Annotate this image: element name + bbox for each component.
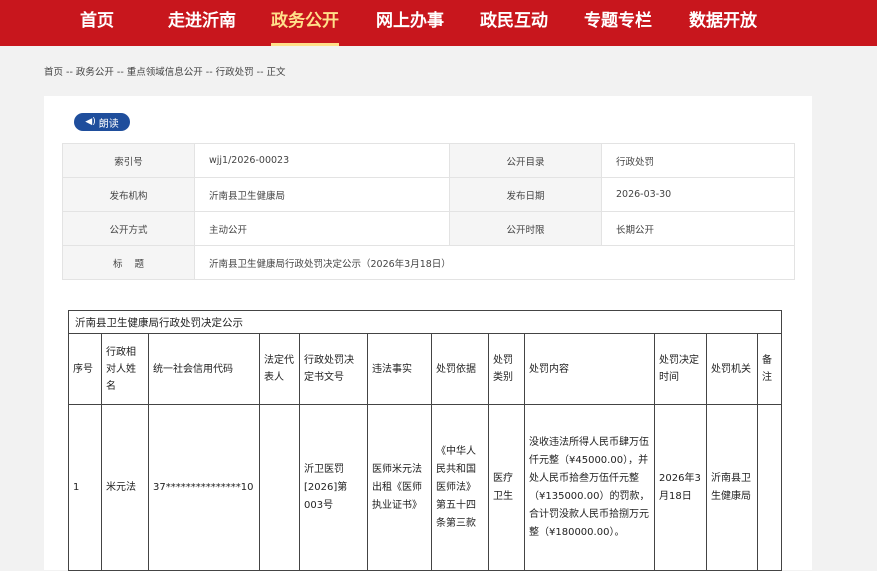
meta-label-mode: 公开方式: [62, 211, 195, 246]
table-header-row: 序号 行政相对人姓名 统一社会信用代码 法定代表人 行政处罚决定书文号 违法事实…: [68, 333, 783, 405]
penalty-notice-table: 沂南县卫生健康局行政处罚决定公示 序号 行政相对人姓名 统一社会信用代码 法定代…: [67, 310, 783, 571]
nav-government-affairs[interactable]: 政务公开: [271, 0, 339, 46]
meta-label-org: 发布机构: [62, 177, 195, 212]
breadcrumb: 首页 -- 政务公开 -- 重点领域信息公开 -- 行政处罚 -- 正文: [44, 64, 286, 78]
cell-decision-date: 2026年3月18日: [654, 404, 707, 571]
header-remarks: 备注: [756, 333, 783, 405]
breadcrumb-separator: --: [256, 67, 264, 78]
nav-home[interactable]: 首页: [80, 0, 114, 46]
read-aloud-button[interactable]: ◀) 朗读: [74, 113, 130, 131]
nav-online-services[interactable]: 网上办事: [376, 0, 444, 46]
breadcrumb-administrative-penalty[interactable]: 行政处罚: [216, 67, 254, 78]
header-penalty-content: 处罚内容: [524, 333, 655, 405]
meta-label-index: 索引号: [62, 143, 195, 178]
cell-remarks: [756, 404, 783, 571]
meta-label-title: 标 题: [62, 245, 195, 280]
content-panel: ◀) 朗读 索引号 wjj1/2026-00023 公开目录 行政处罚 发布机构…: [44, 96, 812, 571]
nav-open-data[interactable]: 数据开放: [689, 0, 757, 46]
meta-value-catalog: 行政处罚: [601, 143, 795, 178]
header-legal-basis: 处罚依据: [431, 333, 489, 405]
cell-violation-facts: 医师米元法出租《医师执业证书》: [367, 404, 432, 571]
document-meta-table: 索引号 wjj1/2026-00023 公开目录 行政处罚 发布机构 沂南县卫生…: [62, 143, 795, 280]
meta-label-period: 公开时限: [449, 211, 602, 246]
header-party-name: 行政相对人姓名: [101, 333, 149, 405]
breadcrumb-separator: --: [205, 67, 213, 78]
breadcrumb-government-affairs[interactable]: 政务公开: [76, 67, 114, 78]
nav-citizen-interaction[interactable]: 政民互动: [480, 0, 548, 46]
cell-legal-rep: [259, 404, 300, 571]
cell-penalty-type: 医疗卫生: [488, 404, 525, 571]
breadcrumb-separator: --: [116, 67, 124, 78]
header-decision-number: 行政处罚决定书文号: [299, 333, 368, 405]
cell-credit-code: 37***************10: [148, 404, 260, 571]
breadcrumb-key-areas[interactable]: 重点领域信息公开: [127, 67, 203, 78]
header-credit-code: 统一社会信用代码: [148, 333, 260, 405]
cell-serial: 1: [68, 404, 102, 571]
meta-value-org: 沂南县卫生健康局: [194, 177, 450, 212]
header-violation-facts: 违法事实: [367, 333, 432, 405]
nav-special-topics[interactable]: 专题专栏: [584, 0, 652, 46]
top-navigation: 首页 走进沂南 政务公开 网上办事 政民互动 专题专栏 数据开放: [0, 0, 877, 46]
read-aloud-label: 朗读: [98, 118, 119, 130]
meta-value-title: 沂南县卫生健康局行政处罚决定公示（2026年3月18日）: [194, 245, 795, 280]
header-authority: 处罚机关: [706, 333, 758, 405]
meta-label-date: 发布日期: [449, 177, 602, 212]
cell-legal-basis: 《中华人民共和国医师法》第五十四条第三款: [431, 404, 489, 571]
meta-value-period: 长期公开: [601, 211, 795, 246]
breadcrumb-current: 正文: [266, 67, 286, 78]
meta-value-index: wjj1/2026-00023: [194, 143, 450, 178]
cell-decision-number: 沂卫医罚[2026]第003号: [299, 404, 368, 571]
header-penalty-type: 处罚类别: [488, 333, 525, 405]
nav-about-yinan[interactable]: 走进沂南: [168, 0, 236, 46]
header-legal-rep: 法定代表人: [259, 333, 300, 405]
cell-penalty-content: 没收违法所得人民币肆万伍仟元整（¥45000.00），并处人民币拾叁万伍仟元整（…: [524, 404, 655, 571]
breadcrumb-separator: --: [66, 67, 73, 78]
header-decision-date: 处罚决定时间: [654, 333, 707, 405]
meta-value-date: 2026-03-30: [601, 177, 795, 212]
meta-label-catalog: 公开目录: [449, 143, 602, 178]
table-row: 1 米元法 37***************10 沂卫医罚[2026]第003…: [68, 404, 783, 571]
cell-party-name: 米元法: [101, 404, 149, 571]
header-serial: 序号: [68, 333, 102, 405]
cell-authority: 沂南县卫生健康局: [706, 404, 758, 571]
speaker-icon: ◀): [85, 117, 96, 127]
meta-value-mode: 主动公开: [194, 211, 450, 246]
breadcrumb-home[interactable]: 首页: [44, 67, 63, 78]
notice-caption: 沂南县卫生健康局行政处罚决定公示: [67, 310, 783, 334]
